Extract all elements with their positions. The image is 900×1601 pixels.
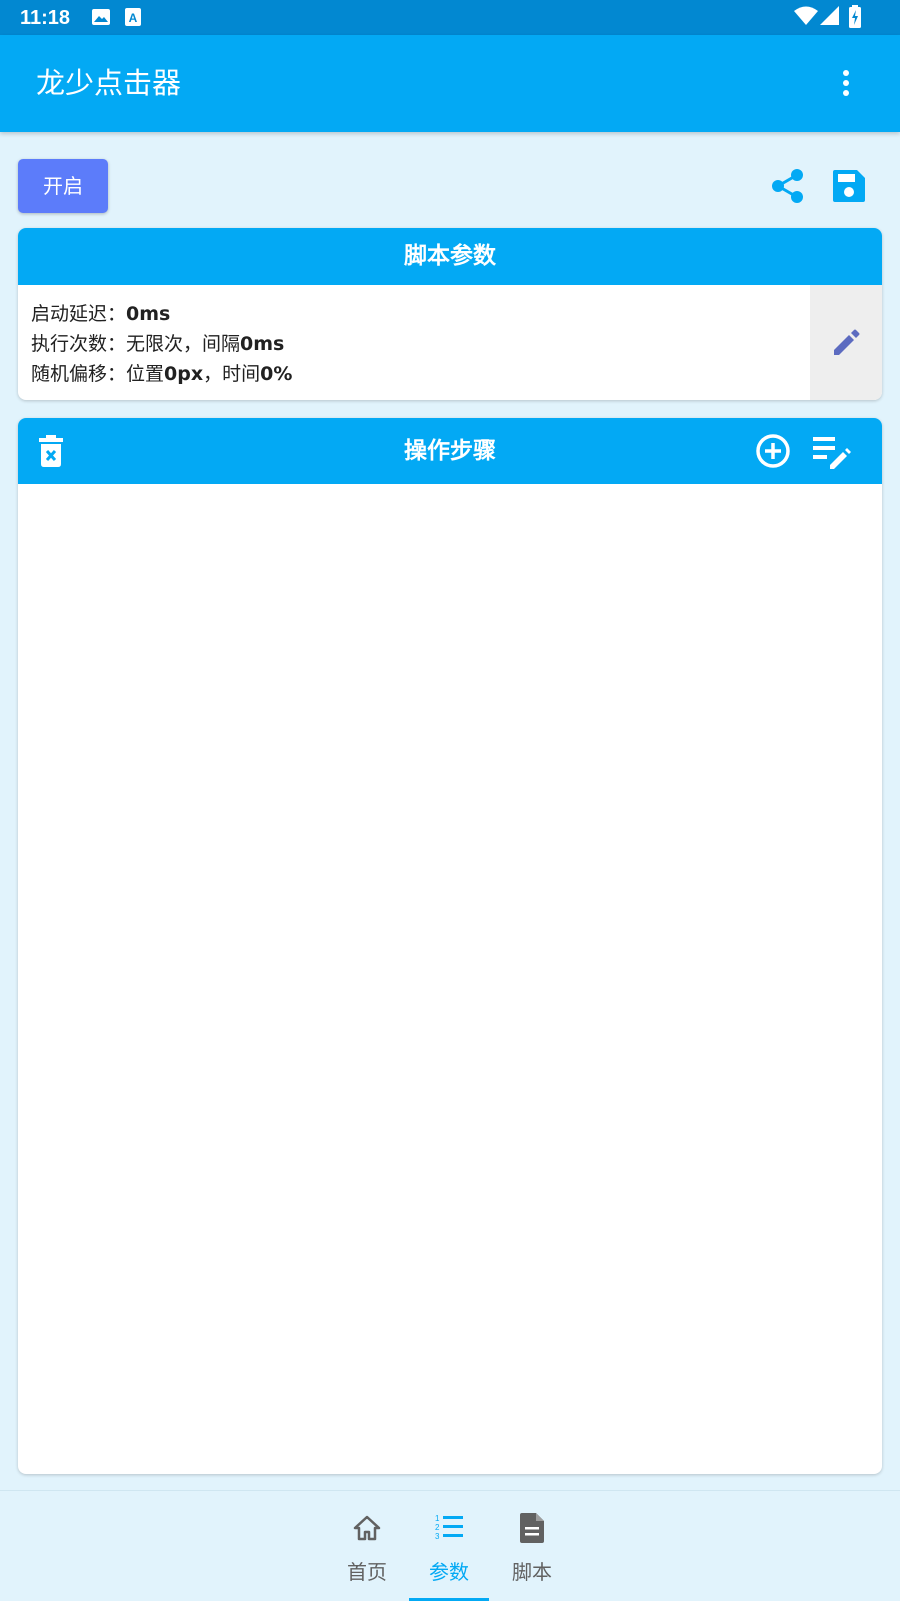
steps-list bbox=[18, 484, 882, 1474]
cell-signal-icon bbox=[820, 6, 839, 25]
script-params-lines: 启动延迟：0ms 执行次数：无限次，间隔0ms 随机偏移：位置0px，时间0% bbox=[31, 299, 292, 389]
exec-count-row: 执行次数：无限次，间隔0ms bbox=[31, 329, 292, 359]
svg-text:A: A bbox=[129, 11, 138, 25]
start-button[interactable]: 开启 bbox=[18, 159, 108, 213]
nav-item-script[interactable]: 脚本 bbox=[492, 1491, 572, 1601]
offset-position-value: 0px bbox=[164, 363, 204, 385]
app-title: 龙少点击器 bbox=[36, 66, 182, 100]
document-icon bbox=[520, 1513, 544, 1543]
status-bar: 11:18 A bbox=[0, 0, 900, 35]
random-offset-row: 随机偏移：位置0px，时间0% bbox=[31, 359, 292, 389]
start-delay-row: 启动延迟：0ms bbox=[31, 299, 292, 329]
svg-text:2: 2 bbox=[435, 1523, 440, 1532]
exec-count-label: 执行次数： bbox=[31, 333, 127, 355]
wifi-icon bbox=[794, 6, 818, 25]
nav-label-home: 首页 bbox=[347, 1560, 387, 1584]
exec-interval-value: 0ms bbox=[240, 333, 285, 355]
battery-charging-icon bbox=[849, 5, 861, 28]
home-icon bbox=[353, 1515, 381, 1541]
nav-item-params[interactable]: 1 2 3 参数 bbox=[409, 1491, 489, 1601]
status-time: 11:18 bbox=[20, 7, 71, 29]
steps-header: 操作步骤 bbox=[18, 418, 882, 484]
offset-position-text: 位置 bbox=[126, 363, 165, 385]
offset-time-value: 0% bbox=[260, 363, 293, 385]
save-icon[interactable] bbox=[832, 169, 866, 203]
script-params-body: 启动延迟：0ms 执行次数：无限次，间隔0ms 随机偏移：位置0px，时间0% bbox=[18, 285, 882, 400]
share-icon[interactable] bbox=[771, 168, 805, 204]
nav-label-script: 脚本 bbox=[512, 1560, 552, 1584]
delete-icon[interactable] bbox=[38, 434, 64, 468]
steps-title: 操作步骤 bbox=[404, 438, 496, 464]
script-params-title: 脚本参数 bbox=[18, 228, 882, 285]
start-delay-label: 启动延迟： bbox=[31, 303, 127, 325]
numbered-list-icon: 1 2 3 bbox=[435, 1514, 463, 1541]
text-a-icon: A bbox=[125, 8, 141, 26]
nav-item-home[interactable]: 首页 bbox=[327, 1491, 407, 1601]
more-vert-icon[interactable] bbox=[836, 67, 856, 99]
start-delay-value: 0ms bbox=[126, 303, 171, 325]
random-offset-label: 随机偏移： bbox=[31, 363, 127, 385]
bottom-navigation: 首页 1 2 3 参数 脚本 bbox=[0, 1490, 900, 1601]
svg-text:3: 3 bbox=[435, 1532, 440, 1541]
pencil-icon bbox=[834, 329, 860, 355]
image-icon bbox=[92, 9, 110, 25]
edit-params-button[interactable] bbox=[810, 285, 882, 400]
app-bar: 龙少点击器 bbox=[0, 35, 900, 132]
exec-count-value: 无限次，间隔 bbox=[126, 333, 241, 355]
offset-time-text: ，时间 bbox=[203, 363, 261, 385]
steps-card: 操作步骤 bbox=[18, 418, 882, 1474]
edit-list-icon[interactable] bbox=[811, 434, 851, 470]
script-params-card: 脚本参数 启动延迟：0ms 执行次数：无限次，间隔0ms 随机偏移：位置0px，… bbox=[18, 228, 882, 400]
nav-label-params: 参数 bbox=[429, 1560, 469, 1584]
svg-text:1: 1 bbox=[435, 1514, 440, 1523]
add-circle-icon[interactable] bbox=[755, 433, 791, 469]
